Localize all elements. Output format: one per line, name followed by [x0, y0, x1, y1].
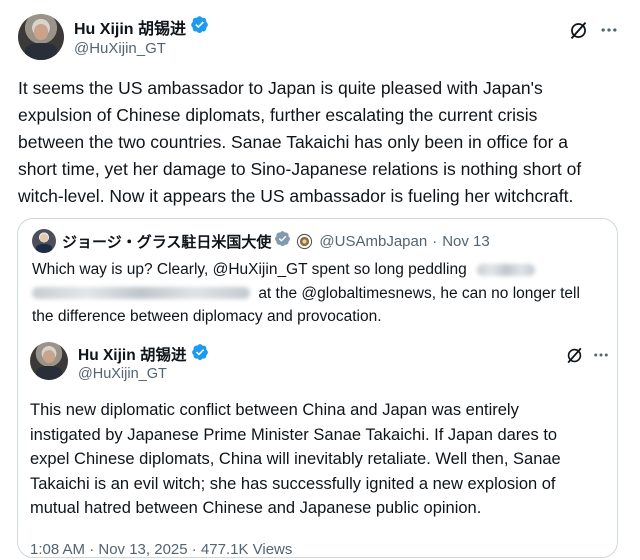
redacted-text: [477, 263, 536, 276]
inner-author-handle[interactable]: @HuXijin_GT: [78, 366, 167, 382]
inner-text-line: This new diplomatic conflict between Chi…: [30, 401, 519, 419]
tweet-text: It seems the US ambassador to Japan is q…: [18, 75, 630, 210]
author-display-name[interactable]: Hu Xijin 胡锡进: [74, 15, 186, 39]
avatar[interactable]: [32, 229, 56, 253]
avatar[interactable]: [18, 14, 64, 60]
tweet-timestamp[interactable]: 1:08 AM · Nov 13, 2025 · 477.1K Views: [30, 540, 292, 560]
tweet-text-line: short time, yet her damage to Sino-Japan…: [18, 159, 582, 179]
quoted-text-line: at the @globaltimesnews, he can no longe…: [32, 282, 612, 306]
author-handle[interactable]: @HuXijin_GT: [74, 40, 166, 57]
tweet-text-line: witch-level. Now it appears the US ambas…: [18, 186, 574, 206]
inner-author-display-name[interactable]: Hu Xijin 胡锡进: [78, 343, 187, 365]
avatar[interactable]: [30, 342, 68, 380]
more-options-icon[interactable]: [589, 343, 613, 367]
quoted-text-segment: Which way is up? Clearly, @HuXijin_GT sp…: [32, 261, 467, 278]
verified-badge-icon: [191, 343, 209, 366]
redacted-text: [32, 287, 250, 300]
quoted-text-line: Which way is up? Clearly, @HuXijin_GT sp…: [32, 258, 612, 282]
quoted-author-display-name[interactable]: ジョージ・グラス駐日米国大使: [62, 231, 271, 252]
quoted-tweet-date[interactable]: Nov 13: [442, 233, 490, 250]
inner-text-line: instigated by Japanese Prime Minister Sa…: [30, 425, 558, 444]
dot-separator: ·: [432, 232, 438, 250]
grok-icon[interactable]: [562, 343, 586, 367]
quoted-text-line: the difference between diplomacy and pro…: [32, 308, 382, 325]
inner-text-line: Takaichi is an evil witch; she has succe…: [30, 474, 556, 493]
verified-badge-icon: [274, 230, 291, 252]
inner-tweet-header: Hu Xijin 胡锡进: [78, 343, 209, 365]
tweet-text-line: expulsion of Chinese diplomats, further …: [18, 105, 538, 125]
verified-badge-icon: [190, 15, 209, 39]
grok-icon[interactable]: [566, 18, 590, 42]
government-affiliation-icon: [296, 233, 313, 250]
quoted-tweet-text: Which way is up? Clearly, @HuXijin_GT sp…: [32, 258, 612, 329]
inner-text-line: expel Chinese diplomats, China will inev…: [30, 450, 561, 469]
inner-text-line: mutual hatred between Chinese and Japane…: [30, 499, 482, 518]
quoted-author-handle[interactable]: @USAmbJapan: [319, 233, 427, 250]
quoted-text-segment: at the @globaltimesnews, he can no longe…: [258, 284, 580, 302]
tweet-text-line: It seems the US ambassador to Japan is q…: [18, 78, 543, 98]
more-options-icon[interactable]: [597, 18, 621, 42]
author-header: Hu Xijin 胡锡进: [74, 16, 209, 38]
inner-tweet-text: This new diplomatic conflict between Chi…: [30, 398, 620, 521]
quoted-tweet-header: ジョージ・グラス駐日米国大使 @USAmbJapan · Nov 13: [62, 230, 490, 252]
tweet-text-line: between the two countries. Sanae Takaich…: [18, 132, 568, 152]
